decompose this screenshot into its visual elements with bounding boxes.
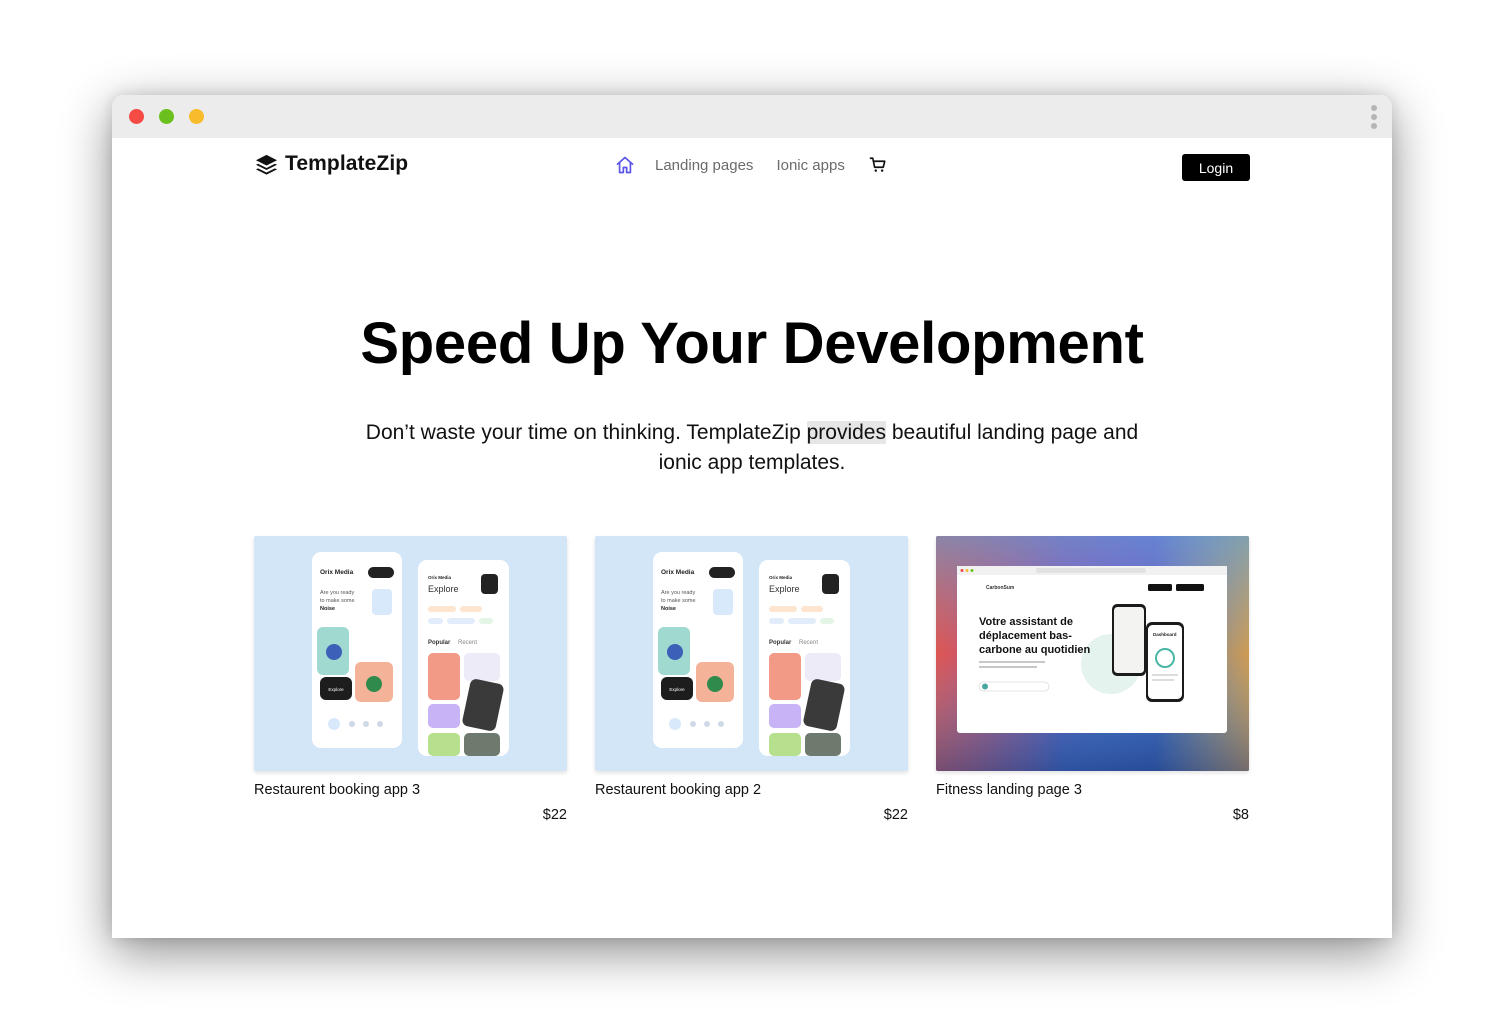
product-price: $22 xyxy=(542,807,567,823)
preview-headline: Noise xyxy=(320,606,335,612)
home-icon[interactable] xyxy=(615,155,635,175)
product-title[interactable]: Restaurent booking app 3 xyxy=(254,782,567,800)
brand-name: TemplateZip xyxy=(285,152,409,175)
preview-recent-tab: Recent xyxy=(458,640,477,646)
preview-brand: Orix Media xyxy=(661,569,695,576)
product-thumbnail[interactable]: Orix Media Are you ready to make some No… xyxy=(254,536,567,771)
browser-window: TemplateZip Landing pages Ionic apps Log… xyxy=(112,95,1392,938)
hero-subtitle: Don’t waste your time on thinking. Templ… xyxy=(352,418,1152,478)
preview-explore-button: Explore xyxy=(669,687,685,692)
preview-headline: to make some xyxy=(661,598,696,604)
window-titlebar xyxy=(112,95,1392,138)
product-price: $22 xyxy=(883,807,908,823)
preview-headline: Noise xyxy=(661,606,676,612)
preview-brand: Orix Media xyxy=(428,575,452,580)
product-price: $8 xyxy=(1232,807,1249,823)
preview-explore-title: Explore xyxy=(769,584,800,594)
product-card[interactable]: Orix Media Are you ready to make some No… xyxy=(595,536,908,823)
cart-icon[interactable] xyxy=(869,156,887,174)
preview-explore-button: Explore xyxy=(328,687,344,692)
main-nav: Landing pages Ionic apps xyxy=(615,155,887,175)
preview-headline: Are you ready xyxy=(320,590,354,596)
preview-popular-tab: Popular xyxy=(769,640,792,646)
minimize-window-button[interactable] xyxy=(189,109,204,124)
maximize-window-button[interactable] xyxy=(159,109,174,124)
product-title[interactable]: Restaurent booking app 2 xyxy=(595,782,908,800)
close-window-button[interactable] xyxy=(129,109,144,124)
preview-brand: Orix Media xyxy=(320,569,354,576)
window-menu-icon[interactable] xyxy=(1370,105,1378,129)
hero-subtitle-highlight: provides xyxy=(806,421,886,444)
preview-brand: Orix Media xyxy=(769,575,793,580)
product-card[interactable]: Orix Media Are you ready to make some No… xyxy=(254,536,567,823)
site-preview-headline: Votre assistant de xyxy=(979,616,1073,628)
site-preview-headline: carbone au quotidien xyxy=(979,644,1091,656)
brand-logo-link[interactable]: TemplateZip xyxy=(255,152,408,176)
layers-logo-icon xyxy=(255,154,278,175)
product-thumbnail[interactable]: Orix Media Are you ready to make some No… xyxy=(595,536,908,771)
site-preview-brand: CarbonSum xyxy=(986,585,1015,591)
hero-subtitle-text: Don’t waste your time on thinking. Templ… xyxy=(365,421,807,444)
product-card[interactable]: CarbonSum Votre assistant de déplacement… xyxy=(936,536,1249,823)
product-title[interactable]: Fitness landing page 3 xyxy=(936,782,1249,800)
top-navbar: TemplateZip Landing pages Ionic apps Log… xyxy=(112,138,1392,198)
preview-explore-title: Explore xyxy=(428,584,459,594)
login-button[interactable]: Login xyxy=(1182,154,1250,181)
preview-recent-tab: Recent xyxy=(799,640,818,646)
preview-headline: to make some xyxy=(320,598,355,604)
product-thumbnail[interactable]: CarbonSum Votre assistant de déplacement… xyxy=(936,536,1249,771)
nav-link-landing-pages[interactable]: Landing pages xyxy=(655,157,753,174)
site-preview-phone-title: Dashboard xyxy=(1153,632,1177,637)
hero-title: Speed Up Your Development xyxy=(360,311,1144,376)
site-preview-headline: déplacement bas- xyxy=(979,630,1072,642)
nav-link-ionic-apps[interactable]: Ionic apps xyxy=(776,157,844,174)
preview-popular-tab: Popular xyxy=(428,640,451,646)
preview-headline: Are you ready xyxy=(661,590,695,596)
